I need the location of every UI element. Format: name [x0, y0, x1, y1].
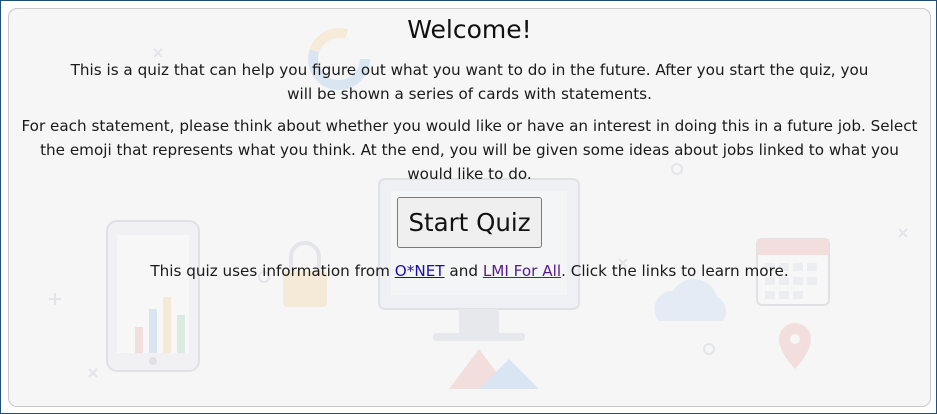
start-quiz-button[interactable]: Start Quiz	[397, 197, 542, 248]
welcome-content: Welcome! This is a quiz that can help yo…	[9, 9, 930, 282]
page-frame: Welcome! This is a quiz that can help yo…	[0, 0, 937, 414]
map-pin-icon	[779, 323, 811, 369]
onet-link[interactable]: O*NET	[395, 262, 445, 280]
sources-note-suffix: . Click the links to learn more.	[561, 262, 789, 280]
sources-note: This quiz uses information from O*NET an…	[9, 260, 930, 282]
intro-text: This is a quiz that can help you figure …	[70, 61, 869, 103]
sources-note-prefix: This quiz uses information from	[150, 262, 395, 280]
welcome-title: Welcome!	[407, 15, 532, 44]
sources-note-middle: and	[444, 262, 483, 280]
instructions-text: For each statement, please think about w…	[21, 117, 918, 183]
welcome-card: Welcome! This is a quiz that can help yo…	[8, 8, 931, 407]
lmi-for-all-link[interactable]: LMI For All	[483, 262, 561, 280]
cloud-icon	[654, 279, 727, 321]
